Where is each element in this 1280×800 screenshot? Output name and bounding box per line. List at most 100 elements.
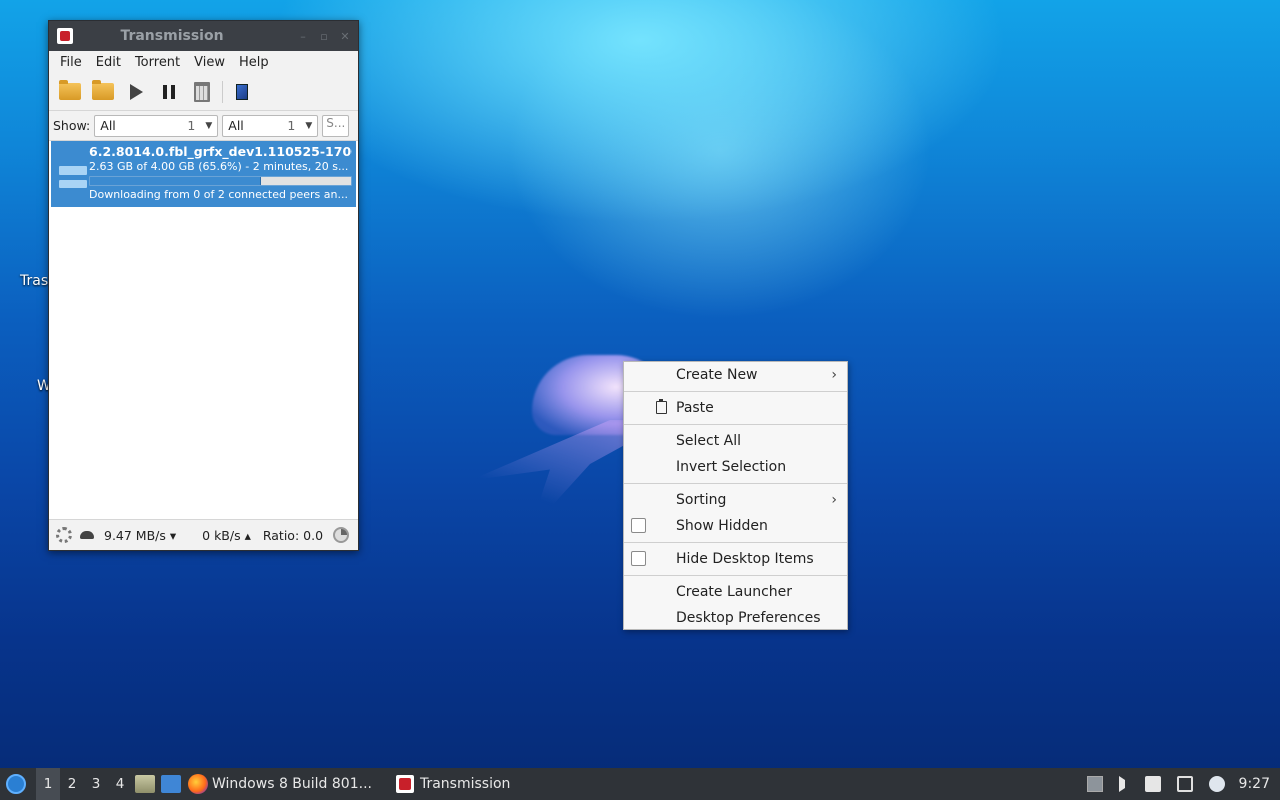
menu-edit[interactable]: Edit [89, 55, 128, 70]
download-speed[interactable]: 9.47 MB/s ▾ [104, 528, 176, 543]
trash-icon [194, 81, 210, 102]
file-manager-icon[interactable] [135, 775, 155, 793]
workspace-1[interactable]: 1 [36, 768, 60, 800]
start-button[interactable] [123, 79, 149, 105]
menu-item-show-hidden[interactable]: Show Hidden [624, 513, 847, 539]
folder-icon [59, 80, 81, 100]
clipboard-icon [656, 399, 667, 414]
start-menu-icon[interactable] [6, 774, 26, 794]
pause-icon [163, 84, 175, 99]
menu-item-paste[interactable]: Paste [624, 395, 847, 421]
menu-item-label: Select All [676, 433, 741, 449]
menu-item-invert-selection[interactable]: Invert Selection [624, 454, 847, 480]
gear-icon[interactable] [56, 527, 72, 543]
dropdown-arrow-icon: ▼ [205, 120, 213, 131]
show-hidden-checkbox[interactable] [631, 518, 646, 533]
tracker-filter-value: All [228, 118, 244, 133]
menu-item-create-launcher[interactable]: Create Launcher [624, 579, 847, 605]
menu-item-label: Invert Selection [676, 459, 787, 475]
desktop-context-menu: Create New › Paste Select All Invert Sel… [623, 361, 848, 630]
pause-button[interactable] [156, 79, 182, 105]
tracker-filter-count: 1 [287, 118, 296, 133]
menu-separator [624, 575, 847, 576]
transmission-icon [57, 28, 73, 44]
chevron-right-icon: › [831, 492, 837, 508]
menu-item-label: Hide Desktop Items [676, 551, 814, 567]
torrent-name: 6.2.8014.0.fbl_grfx_dev1.110525-1700 [89, 144, 352, 159]
activity-filter-value: All [100, 118, 116, 133]
menubar: File Edit Torrent View Help [49, 51, 358, 73]
tracker-filter-select[interactable]: All 1 ▼ [222, 114, 319, 137]
clipboard-icon[interactable] [1144, 776, 1161, 792]
notification-icon[interactable] [1208, 776, 1225, 792]
play-icon [129, 83, 143, 100]
activity-filter-count: 1 [187, 118, 196, 133]
volume-icon[interactable] [1118, 776, 1129, 792]
menu-item-label: Show Hidden [676, 518, 768, 534]
toolbar [49, 73, 358, 111]
menu-item-label: Create New [676, 367, 758, 383]
search-input[interactable]: S... [322, 114, 350, 137]
task-transmission[interactable]: Transmission [392, 768, 518, 800]
folder-icon [92, 80, 114, 100]
torrent-row[interactable]: 6.2.8014.0.fbl_grfx_dev1.110525-1700 2.6… [51, 141, 356, 207]
ratio-text[interactable]: Ratio: 0.0 [263, 528, 323, 543]
transmission-icon [395, 775, 414, 793]
show-desktop-icon[interactable] [161, 775, 181, 793]
menu-separator [624, 483, 847, 484]
minimize-icon[interactable]: – [295, 30, 311, 43]
ratio-icon[interactable] [333, 527, 350, 543]
close-icon[interactable]: ✕ [337, 30, 353, 43]
menu-help[interactable]: Help [232, 55, 276, 70]
menu-item-create-new[interactable]: Create New › [624, 362, 847, 388]
clock[interactable]: 9:27 [1239, 776, 1270, 792]
update-icon[interactable] [1086, 776, 1103, 792]
menu-item-select-all[interactable]: Select All [624, 428, 847, 454]
maximize-icon[interactable]: ▫ [316, 30, 332, 43]
properties-icon [236, 83, 248, 100]
workspace-3[interactable]: 3 [84, 768, 108, 800]
remove-button[interactable] [189, 79, 215, 105]
open-url-button[interactable] [90, 79, 116, 105]
menu-item-label: Desktop Preferences [676, 610, 821, 626]
menu-separator [624, 424, 847, 425]
menu-item-hide-desktop-items[interactable]: Hide Desktop Items [624, 546, 847, 572]
dropdown-arrow-icon: ▼ [305, 120, 313, 131]
transmission-window[interactable]: Transmission – ▫ ✕ File Edit Torrent Vie… [48, 20, 359, 551]
menu-item-label: Paste [676, 400, 714, 416]
desktop-icon-label[interactable]: Tras [20, 273, 48, 289]
torrent-status: Downloading from 0 of 2 connected peers … [89, 188, 348, 201]
menu-separator [624, 391, 847, 392]
task-label: Transmission [419, 776, 511, 792]
firefox-icon [188, 774, 208, 794]
menu-item-label: Create Launcher [676, 584, 793, 600]
taskbar: 1 2 3 4 Windows 8 Build 801... Transmiss… [0, 768, 1280, 800]
filterbar: Show: All 1 ▼ All 1 ▼ S... [49, 111, 358, 141]
torrent-list[interactable]: 6.2.8014.0.fbl_grfx_dev1.110525-1700 2.6… [49, 141, 358, 519]
open-torrent-button[interactable] [57, 79, 83, 105]
properties-button[interactable] [229, 79, 255, 105]
system-tray: 9:27 [1079, 768, 1280, 800]
menu-item-label: Sorting [676, 492, 727, 508]
task-firefox[interactable]: Windows 8 Build 801... [184, 768, 380, 800]
turtle-icon[interactable] [80, 531, 94, 539]
menu-torrent[interactable]: Torrent [128, 55, 187, 70]
activity-filter-select[interactable]: All 1 ▼ [94, 114, 219, 137]
network-icon[interactable] [1176, 776, 1193, 792]
menu-item-sorting[interactable]: Sorting › [624, 487, 847, 513]
chevron-right-icon: › [831, 367, 837, 383]
workspace-2[interactable]: 2 [60, 768, 84, 800]
statusbar: 9.47 MB/s ▾ 0 kB/s ▴ Ratio: 0.0 [49, 519, 358, 550]
menu-separator [624, 542, 847, 543]
hide-desktop-items-checkbox[interactable] [631, 551, 646, 566]
torrent-file-icon [55, 144, 89, 204]
window-titlebar[interactable]: Transmission – ▫ ✕ [49, 21, 358, 51]
upload-speed[interactable]: 0 kB/s ▴ [202, 528, 251, 543]
workspace-4[interactable]: 4 [108, 768, 132, 800]
toolbar-separator [222, 80, 223, 103]
torrent-progress-fill [90, 177, 262, 185]
show-label: Show: [53, 118, 91, 133]
menu-item-desktop-preferences[interactable]: Desktop Preferences [624, 605, 847, 631]
menu-file[interactable]: File [53, 55, 89, 70]
menu-view[interactable]: View [187, 55, 232, 70]
